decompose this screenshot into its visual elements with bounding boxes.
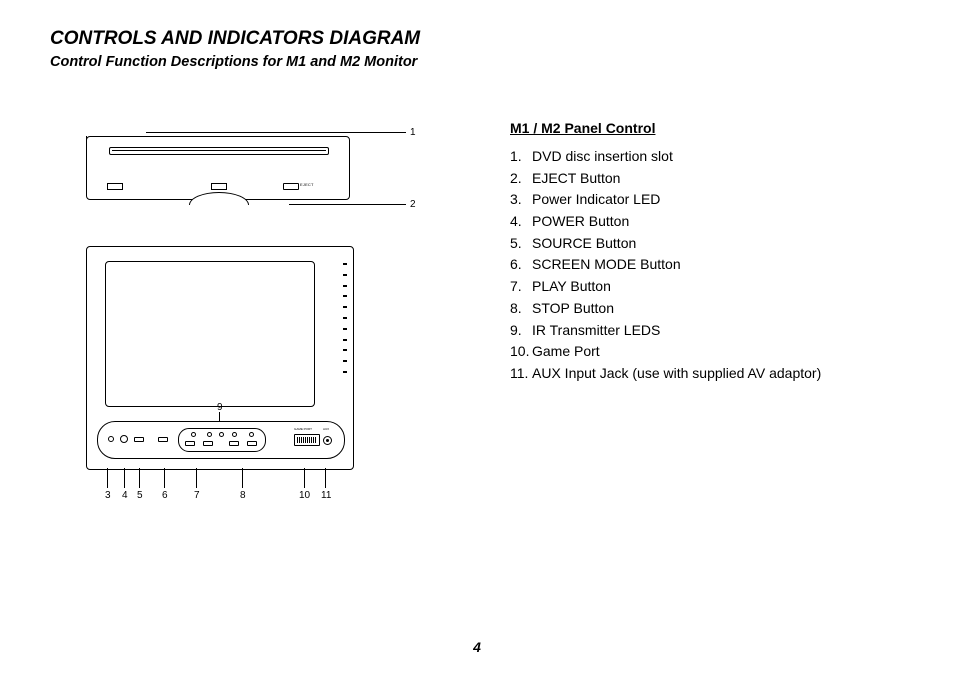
control-item-text: EJECT Button xyxy=(532,170,620,186)
control-item-text: STOP Button xyxy=(532,300,614,316)
callout-line xyxy=(164,468,165,488)
gameport-label: GAME PORT xyxy=(294,427,312,431)
front-notch xyxy=(189,192,249,205)
control-item: 9.IR Transmitter LEDS xyxy=(510,320,904,342)
control-item-text: DVD disc insertion slot xyxy=(532,148,673,164)
description-column: M1 / M2 Panel Control 1.DVD disc inserti… xyxy=(480,110,904,385)
control-item-number: 11. xyxy=(510,363,532,385)
control-item: 3.Power Indicator LED xyxy=(510,189,904,211)
nav-button-graphic xyxy=(229,441,239,446)
screenmode-button-graphic xyxy=(158,437,168,442)
stop-button-graphic xyxy=(247,441,257,446)
diagram-column: EJECT 1 2 xyxy=(50,110,480,526)
control-item: 7.PLAY Button xyxy=(510,276,904,298)
screen-area xyxy=(105,261,315,407)
callout-line xyxy=(196,468,197,488)
callout-number-1: 1 xyxy=(410,127,416,138)
control-item: 10.Game Port xyxy=(510,341,904,363)
control-item-text: Game Port xyxy=(532,343,600,359)
dvd-drive-outline: EJECT xyxy=(86,136,350,200)
nav-oval xyxy=(178,428,266,452)
top-device-diagram: EJECT 1 2 xyxy=(86,136,386,226)
control-item-number: 7. xyxy=(510,276,532,298)
source-button-graphic xyxy=(134,437,144,442)
monitor-diagram: GAME PORT AUX 9 3 4 5 6 7 xyxy=(86,246,376,526)
control-item: 2.EJECT Button xyxy=(510,168,904,190)
control-item-number: 8. xyxy=(510,298,532,320)
control-item-text: SOURCE Button xyxy=(532,235,636,251)
page-number: 4 xyxy=(0,639,954,655)
aux-jack-graphic xyxy=(323,436,332,445)
speaker-grill xyxy=(343,263,347,373)
callout-number-10: 10 xyxy=(299,490,310,501)
control-item-number: 9. xyxy=(510,320,532,342)
power-button-graphic xyxy=(120,435,128,443)
control-item-text: IR Transmitter LEDS xyxy=(532,322,660,338)
callout-number-6: 6 xyxy=(162,490,168,501)
callout-number-7: 7 xyxy=(194,490,200,501)
control-item-number: 4. xyxy=(510,211,532,233)
control-list: 1.DVD disc insertion slot2.EJECT Button3… xyxy=(510,146,904,385)
panel-control-heading: M1 / M2 Panel Control xyxy=(510,120,904,136)
control-item-text: PLAY Button xyxy=(532,278,611,294)
control-item-number: 1. xyxy=(510,146,532,168)
callout-line xyxy=(107,468,108,488)
control-item-number: 2. xyxy=(510,168,532,190)
callout-number-4: 4 xyxy=(122,490,128,501)
page-title: CONTROLS AND INDICATORS DIAGRAM xyxy=(50,28,904,50)
control-item-text: Power Indicator LED xyxy=(532,191,660,207)
monitor-outline: GAME PORT AUX xyxy=(86,246,354,470)
callout-number-5: 5 xyxy=(137,490,143,501)
nav-button-graphic xyxy=(203,441,213,446)
callout-number-11: 11 xyxy=(321,490,331,501)
callout-line xyxy=(139,468,140,488)
callout-line xyxy=(304,468,305,488)
control-item-number: 6. xyxy=(510,254,532,276)
control-item: 6.SCREEN MODE Button xyxy=(510,254,904,276)
power-led-graphic xyxy=(108,436,114,442)
gameport-graphic xyxy=(294,434,320,446)
control-item: 1.DVD disc insertion slot xyxy=(510,146,904,168)
eject-label: EJECT xyxy=(300,182,314,187)
control-item: 8.STOP Button xyxy=(510,298,904,320)
control-item-text: SCREEN MODE Button xyxy=(532,256,681,272)
callout-number-8: 8 xyxy=(240,490,246,501)
control-item: 5.SOURCE Button xyxy=(510,233,904,255)
callout-line xyxy=(124,468,125,488)
callout-line xyxy=(289,204,406,205)
callout-line xyxy=(219,412,220,422)
callout-number-3: 3 xyxy=(105,490,111,501)
disc-slot xyxy=(109,147,329,155)
front-tab-left xyxy=(107,183,123,190)
control-item-number: 5. xyxy=(510,233,532,255)
control-item-number: 3. xyxy=(510,189,532,211)
eject-button-graphic xyxy=(283,183,299,190)
control-panel: GAME PORT AUX xyxy=(97,421,345,459)
control-item-text: POWER Button xyxy=(532,213,629,229)
control-item: 4.POWER Button xyxy=(510,211,904,233)
control-item-text: AUX Input Jack (use with supplied AV ada… xyxy=(532,365,821,381)
front-tab-center xyxy=(211,183,227,190)
aux-label: AUX xyxy=(323,427,329,431)
control-item: 11.AUX Input Jack (use with supplied AV … xyxy=(510,363,904,385)
page-subtitle: Control Function Descriptions for M1 and… xyxy=(50,54,904,70)
control-item-number: 10. xyxy=(510,341,532,363)
callout-line xyxy=(146,132,406,133)
callout-number-2: 2 xyxy=(410,199,416,210)
callout-line xyxy=(242,468,243,488)
callout-line xyxy=(325,468,326,488)
play-button-graphic xyxy=(185,441,195,446)
